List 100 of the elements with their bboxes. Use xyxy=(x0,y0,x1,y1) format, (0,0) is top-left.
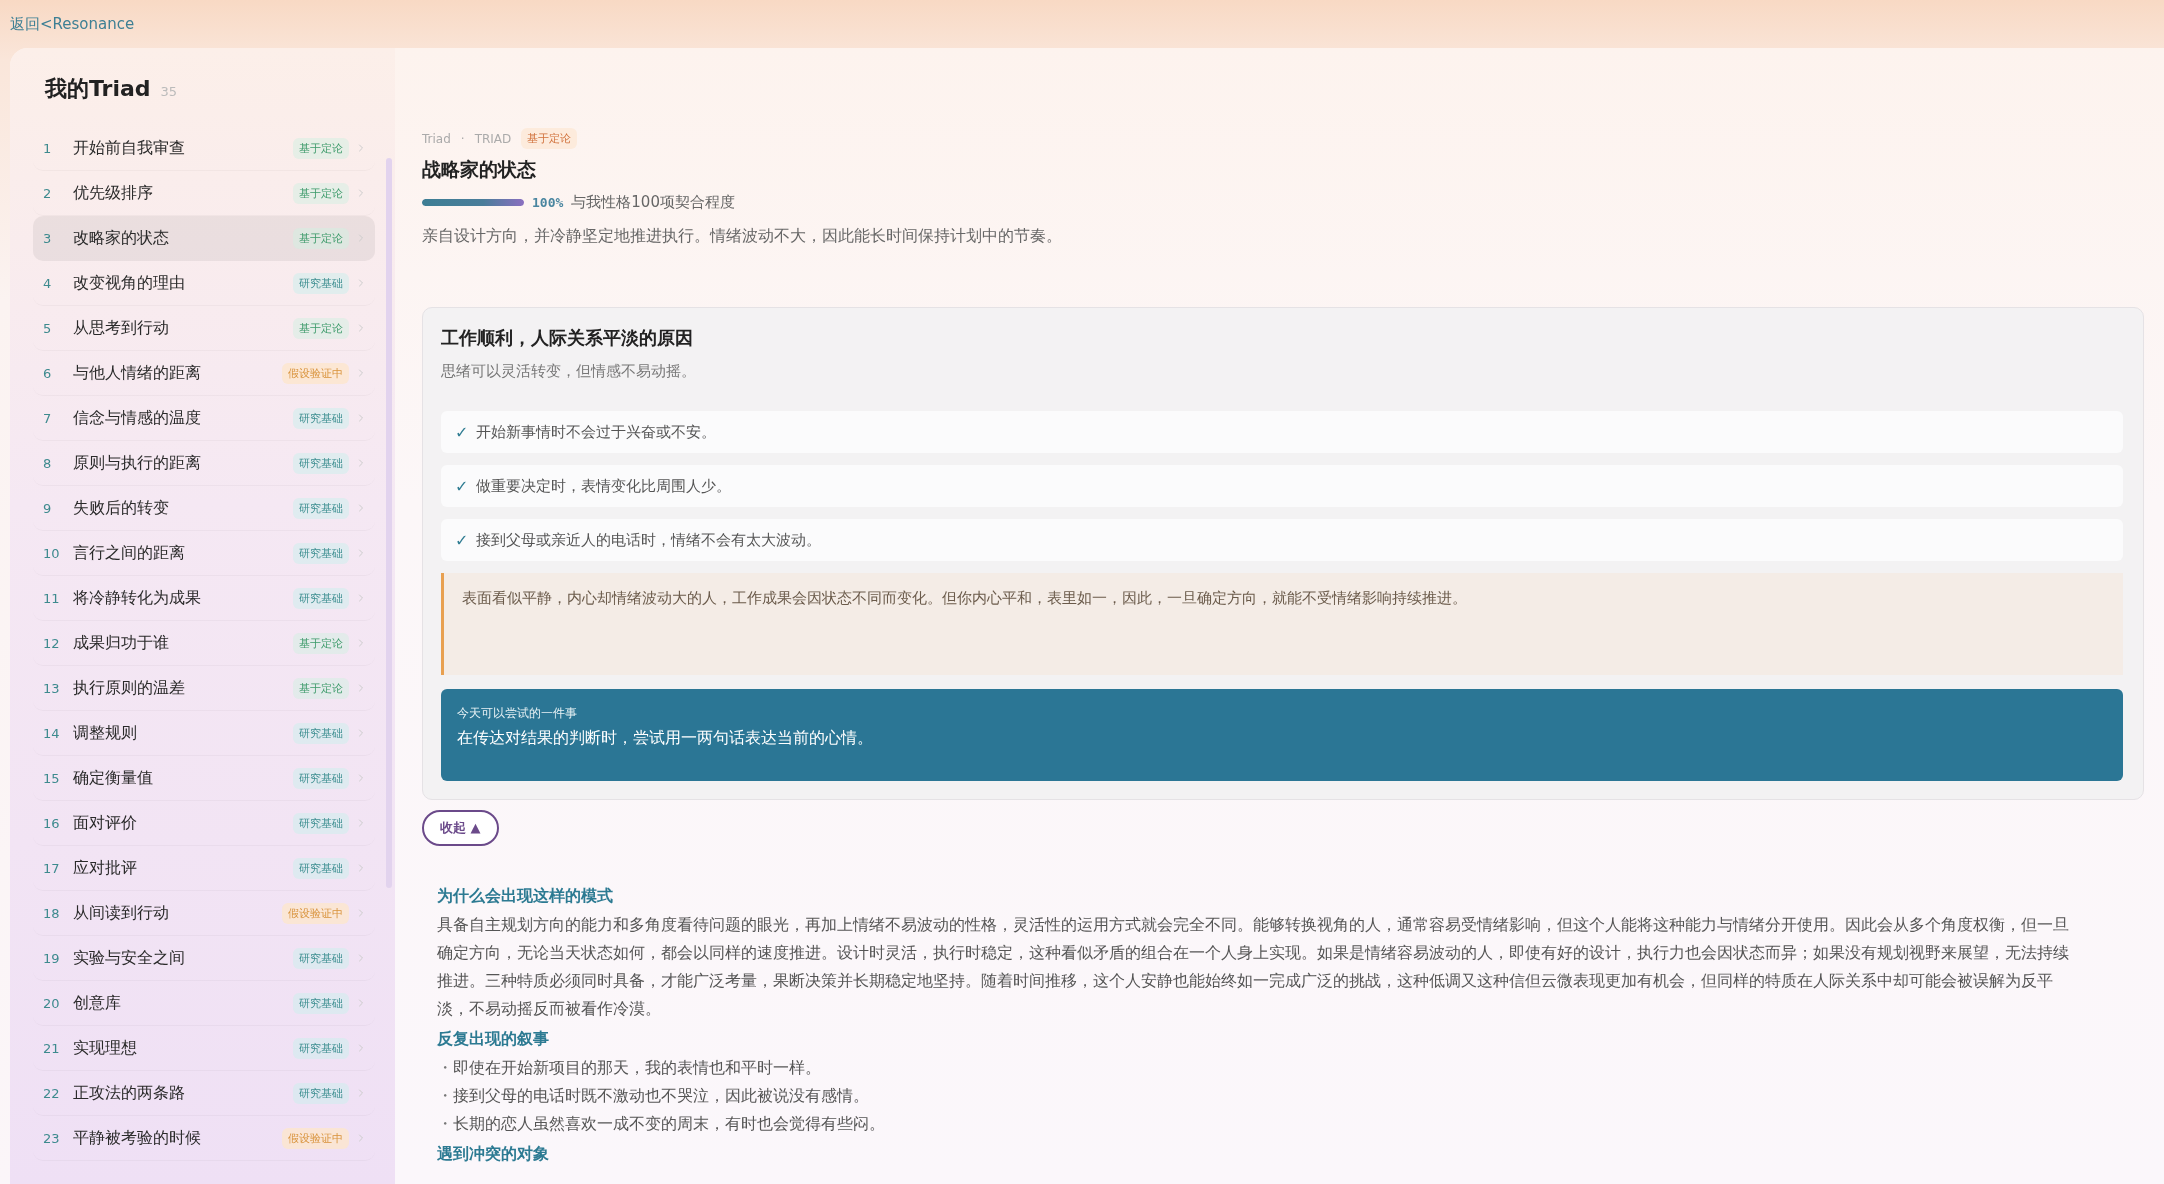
item-number: 17 xyxy=(43,860,61,876)
sidebar-item[interactable]: 1 开始前自我审查 基于定论 xyxy=(33,126,375,171)
sidebar-item[interactable]: 3 改略家的状态 基于定论 xyxy=(33,216,375,261)
sidebar-item[interactable]: 7 信念与情感的温度 研究基础 xyxy=(33,396,375,441)
breadcrumb-text: TRIAD xyxy=(474,131,512,146)
sidebar-item[interactable]: 15 确定衡量值 研究基础 xyxy=(33,756,375,801)
item-label: 改变视角的理由 xyxy=(73,272,186,294)
item-label: 言行之间的距离 xyxy=(73,542,186,564)
item-count: 35 xyxy=(160,84,178,99)
status-tag: 研究基础 xyxy=(293,812,349,834)
sidebar-item[interactable]: 19 实验与安全之间 研究基础 xyxy=(33,936,375,981)
item-label: 与他人情绪的距离 xyxy=(73,362,202,384)
match-label: 与我性格100项契合程度 xyxy=(571,193,735,212)
bullet-mark: ・ xyxy=(437,1057,453,1079)
status-tag: 研究基础 xyxy=(293,452,349,474)
item-number: 12 xyxy=(43,635,61,651)
status-tag: 基于定论 xyxy=(293,317,349,339)
sidebar-item[interactable]: 6 与他人情绪的距离 假设验证中 xyxy=(33,351,375,396)
quote-box: 表面看似平静，内心却情绪波动大的人，工作成果会因状态不同而变化。但你内心平和，表里如一，因此，一旦确定方向，就能不受情绪影响持续推进。 xyxy=(441,573,2123,675)
status-tag: 假设验证中 xyxy=(282,902,349,924)
check-text: 做重要决定时，表情变化比周围人少。 xyxy=(476,476,732,496)
item-number: 11 xyxy=(43,590,61,606)
item-number: 20 xyxy=(43,995,61,1011)
item-number: 2 xyxy=(43,185,53,201)
back-link[interactable]: 返回<Resonance xyxy=(10,14,135,34)
item-number: 23 xyxy=(43,1130,61,1146)
item-label: 优先级排序 xyxy=(73,182,154,204)
check-text: 开始新事情时不会过于兴奋或不安。 xyxy=(476,422,717,442)
sidebar-item[interactable]: 16 面对评价 研究基础 xyxy=(33,801,375,846)
sidebar-item[interactable]: 4 改变视角的理由 研究基础 xyxy=(33,261,375,306)
status-tag: 基于定论 xyxy=(293,227,349,249)
item-number: 9 xyxy=(43,500,53,516)
sidebar-item[interactable]: 22 正攻法的两条路 研究基础 xyxy=(33,1071,375,1116)
card-subtitle: 思绪可以灵活转变，但情感不易动摇。 xyxy=(441,362,697,381)
status-tag: 基于定论 xyxy=(293,182,349,204)
card-title: 工作顺利，人际关系平淡的原因 xyxy=(441,326,694,350)
sidebar-item[interactable]: 17 应对批评 研究基础 xyxy=(33,846,375,891)
status-tag: 研究基础 xyxy=(293,722,349,744)
status-tag: 研究基础 xyxy=(293,767,349,789)
bullet-text: 接到父母的电话时既不激动也不哭泣，因此被说没有感情。 xyxy=(453,1085,869,1107)
check-icon: ✓ xyxy=(455,476,469,496)
sidebar-item[interactable]: 14 调整规则 研究基础 xyxy=(33,711,375,756)
status-tag: 研究基础 xyxy=(293,587,349,609)
status-tag: 研究基础 xyxy=(293,272,349,294)
item-number: 1 xyxy=(43,140,53,156)
item-label: 面对评价 xyxy=(73,812,138,834)
sidebar-item[interactable]: 12 成果归功于谁 基于定论 xyxy=(33,621,375,666)
status-tag: 假设验证中 xyxy=(282,1127,349,1149)
sidebar-item[interactable]: 5 从思考到行动 基于定论 xyxy=(33,306,375,351)
item-label: 将冷静转化为成果 xyxy=(73,587,202,609)
item-number: 16 xyxy=(43,815,61,831)
sidebar-item[interactable]: 21 实现理想 研究基础 xyxy=(33,1026,375,1071)
sidebar-item[interactable]: 18 从间读到行动 假设验证中 xyxy=(33,891,375,936)
status-tag: 研究基础 xyxy=(293,1082,349,1104)
item-label: 改略家的状态 xyxy=(73,227,170,249)
status-tag: 研究基础 xyxy=(293,542,349,564)
sidebar-item[interactable]: 2 优先级排序 基于定论 xyxy=(33,171,375,216)
check-text: 接到父母或亲近人的电话时，情绪不会有太大波动。 xyxy=(476,530,822,550)
item-number: 10 xyxy=(43,545,61,561)
item-number: 19 xyxy=(43,950,61,966)
scrollbar[interactable] xyxy=(386,158,392,888)
sidebar-item[interactable]: 8 原则与执行的距离 研究基础 xyxy=(33,441,375,486)
description: 亲自设计方向，并冷静坚定地推进执行。情绪波动不大，因此能长时间保持计划中的节奏。 xyxy=(422,226,1063,247)
sidebar-item[interactable]: 20 创意库 研究基础 xyxy=(33,981,375,1026)
status-tag: 研究基础 xyxy=(293,1037,349,1059)
breadcrumb-text: · xyxy=(460,131,465,146)
status-tag: 基于定论 xyxy=(293,137,349,159)
sidebar-item[interactable]: 10 言行之间的距离 研究基础 xyxy=(33,531,375,576)
item-label: 实现理想 xyxy=(73,1037,138,1059)
collapse-button[interactable]: 收起 ▲ xyxy=(422,810,499,846)
item-number: 15 xyxy=(43,770,61,786)
section-heading: 为什么会出现这样的模式 xyxy=(437,886,614,907)
tip-label: 今天可以尝试的一件事 xyxy=(457,705,578,722)
sidebar-item[interactable]: 23 平静被考验的时候 假设验证中 xyxy=(33,1116,375,1161)
breadcrumb-text: Triad xyxy=(422,131,451,146)
check-icon: ✓ xyxy=(455,530,469,550)
item-label: 应对批评 xyxy=(73,857,138,879)
bullet-text: 即使在开始新项目的那天，我的表情也和平时一样。 xyxy=(453,1057,821,1079)
status-tag: 研究基础 xyxy=(293,407,349,429)
item-number: 3 xyxy=(43,230,53,246)
item-number: 14 xyxy=(43,725,61,741)
status-tag: 基于定论 xyxy=(293,677,349,699)
status-tag: 研究基础 xyxy=(293,992,349,1014)
item-label: 执行原则的温差 xyxy=(73,677,186,699)
item-label: 原则与执行的距离 xyxy=(73,452,202,474)
item-label: 确定衡量值 xyxy=(73,767,154,789)
item-label: 失败后的转变 xyxy=(73,497,170,519)
item-number: 18 xyxy=(43,905,61,921)
sidebar-title: 我的Triad xyxy=(45,75,151,103)
item-number: 6 xyxy=(43,365,53,381)
sidebar-item[interactable]: 9 失败后的转变 研究基础 xyxy=(33,486,375,531)
item-number: 13 xyxy=(43,680,61,696)
sidebar-item[interactable]: 13 执行原则的温差 基于定论 xyxy=(33,666,375,711)
item-label: 平静被考验的时候 xyxy=(73,1127,202,1149)
tip-text: 在传达对结果的判断时，尝试用一两句话表达当前的心情。 xyxy=(457,728,874,749)
detail-title: 战略家的状态 xyxy=(422,157,537,182)
sidebar-item[interactable]: 11 将冷静转化为成果 研究基础 xyxy=(33,576,375,621)
match-percent: 100% xyxy=(532,195,564,210)
status-tag: 研究基础 xyxy=(293,947,349,969)
status-tag: 假设验证中 xyxy=(282,362,349,384)
